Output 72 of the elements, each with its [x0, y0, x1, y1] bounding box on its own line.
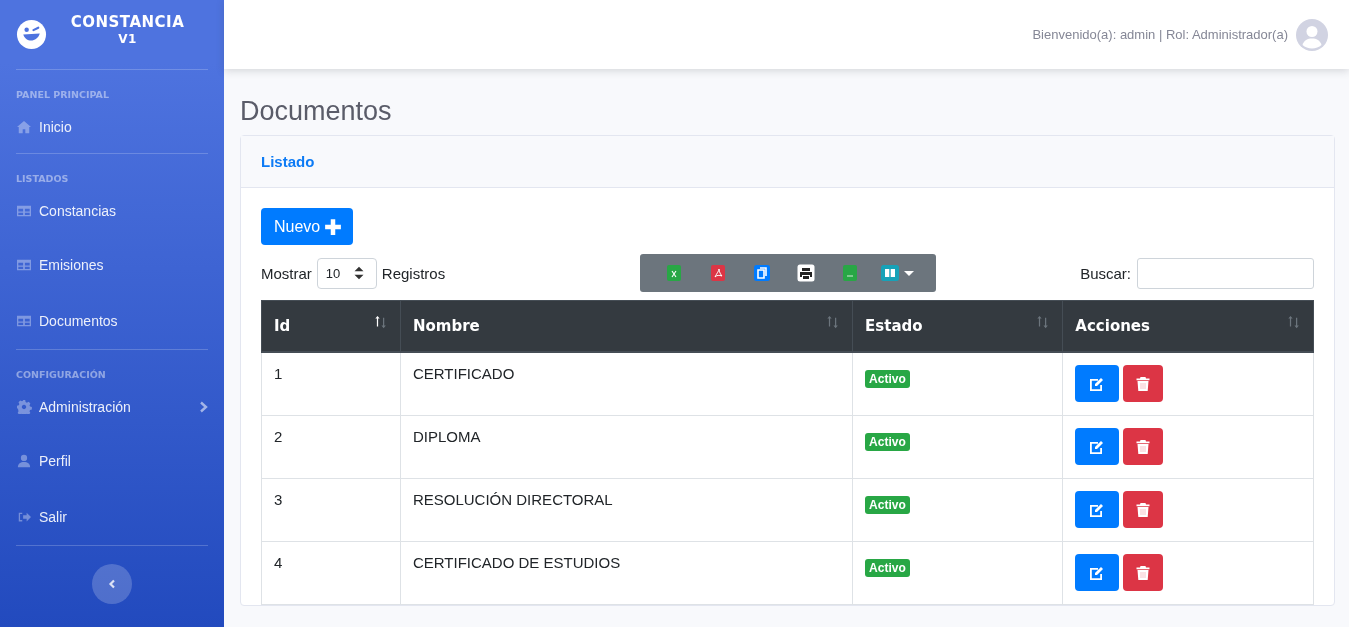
table-cell: 1 — [261, 352, 401, 416]
table-cell: CERTIFICADO DE ESTUDIOS — [400, 541, 853, 605]
sidebar-item[interactable]: Perfil — [16, 433, 208, 489]
sidebar-item[interactable]: Emisiones — [16, 237, 208, 293]
column-header[interactable]: Id — [261, 300, 401, 352]
printer-icon — [796, 264, 815, 282]
section-heading: PANEL PRINCIPAL — [16, 89, 110, 101]
home-icon — [16, 120, 32, 134]
edit-icon — [1089, 501, 1106, 518]
table-cell: RESOLUCIÓN DIRECTORAL — [400, 478, 853, 542]
plus-icon — [324, 217, 343, 236]
table-cell: DIPLOMA — [400, 415, 853, 479]
trash-icon — [1135, 438, 1152, 455]
sidebar-item[interactable]: Salir — [16, 489, 208, 545]
page-title: Documentos — [240, 95, 393, 127]
records-label: Registros — [381, 264, 446, 282]
search-field[interactable] — [1137, 257, 1314, 289]
edit-icon — [1089, 375, 1106, 392]
delete-button[interactable] — [1123, 554, 1164, 591]
table-cell: CERTIFICADO — [400, 352, 853, 416]
search-label: Buscar: — [1080, 264, 1131, 282]
delete-button[interactable] — [1123, 491, 1164, 528]
chevron-icon — [198, 401, 208, 413]
section-heading: CONFIGURACIÓN — [16, 369, 107, 381]
trash-icon — [1135, 375, 1152, 392]
trash-icon — [1135, 501, 1152, 518]
spreadsheet-file-icon — [664, 264, 683, 282]
edit-button[interactable] — [1075, 365, 1120, 402]
column-header[interactable]: Acciones — [1062, 300, 1314, 352]
table-cell: 4 — [261, 541, 401, 605]
pdf-file-icon — [708, 264, 727, 282]
copy-icon — [752, 264, 771, 282]
sidebar-item[interactable]: Constancias — [16, 185, 208, 237]
sort-icon[interactable] — [373, 315, 388, 329]
sidebar-item[interactable]: Documentos — [16, 293, 208, 349]
table-icon — [16, 204, 32, 218]
new-button[interactable]: Nuevo — [261, 208, 354, 245]
table-cell: 3 — [261, 478, 401, 542]
page-size-select[interactable]: 10 — [316, 257, 377, 289]
column-header[interactable]: Nombre — [400, 300, 853, 352]
gear-icon — [16, 400, 32, 414]
edit-button[interactable] — [1075, 491, 1120, 528]
show-label: Mostrar — [261, 264, 312, 282]
winking-face-icon — [16, 19, 47, 50]
columns-icon — [881, 264, 899, 282]
sidebar-toggle-button[interactable] — [92, 564, 132, 604]
status-badge: Activo — [865, 496, 910, 514]
user-info: Bienvenido(a): admin | Rol: Administrador(a) — [1032, 27, 1288, 42]
sidebar-item[interactable]: Inicio — [16, 101, 208, 153]
status-badge: Activo — [865, 433, 910, 451]
chevron-left-icon — [107, 578, 117, 590]
section-heading: LISTADOS — [16, 173, 70, 185]
sidebar-item[interactable]: Administración — [16, 381, 208, 433]
table-icon — [16, 314, 32, 328]
trash-icon — [1135, 564, 1152, 581]
table-cell: 2 — [261, 415, 401, 479]
edit-icon — [1089, 564, 1106, 581]
status-badge: Activo — [865, 370, 910, 388]
edit-button[interactable] — [1075, 554, 1120, 591]
brand-title: CONSTANCIA — [70, 13, 185, 31]
delete-button[interactable] — [1123, 365, 1164, 402]
edit-icon — [1089, 438, 1106, 455]
status-badge: Activo — [865, 559, 910, 577]
table-icon — [16, 258, 32, 272]
delete-button[interactable] — [1123, 428, 1164, 465]
brand-version: V1 — [118, 32, 137, 46]
column-header[interactable]: Estado — [852, 300, 1063, 352]
exit-icon — [16, 510, 32, 524]
user-icon — [16, 454, 32, 468]
document-file-icon — [840, 264, 859, 282]
edit-button[interactable] — [1075, 428, 1120, 465]
card-title: Listado — [261, 153, 315, 170]
